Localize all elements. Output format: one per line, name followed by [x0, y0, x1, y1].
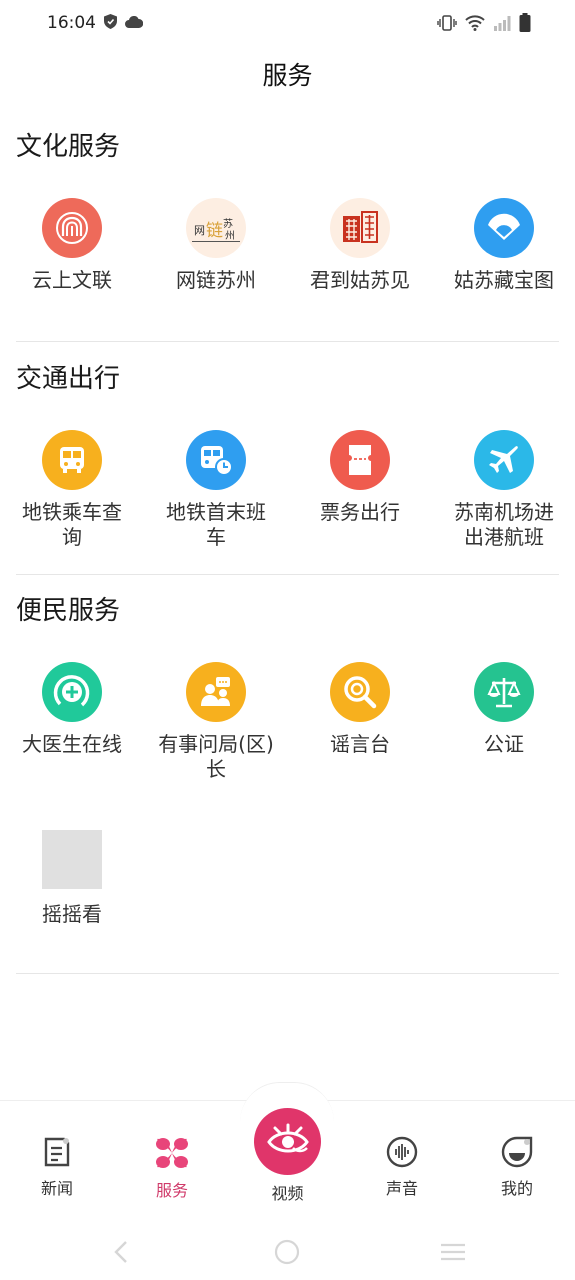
- cloud-icon: [125, 15, 143, 28]
- red-seal-icon: [330, 198, 390, 258]
- battery-icon: [519, 13, 531, 32]
- bus-icon: [42, 430, 102, 490]
- service-item-label: 君到姑苏见: [310, 268, 410, 292]
- page-title: 服务: [262, 61, 313, 90]
- service-item-label: 地铁乘车查询: [22, 500, 122, 549]
- service-item-notary[interactable]: 公证: [432, 662, 575, 757]
- service-item-ask-director[interactable]: 有事问局(区)长: [144, 662, 288, 782]
- section-title-convenience: 便民服务: [16, 596, 121, 626]
- medical-plus-icon: [42, 662, 102, 722]
- service-item-label: 票务出行: [320, 500, 400, 524]
- nav-label: 服务: [155, 1181, 188, 1200]
- nav-tab-news[interactable]: 新闻: [17, 1135, 97, 1199]
- service-item-airport-flights[interactable]: 苏南机场进出港航班: [432, 430, 575, 550]
- flower-icon: [156, 1138, 188, 1168]
- service-item-label: 苏南机场进出港航班: [454, 500, 554, 549]
- scales-icon: [474, 662, 534, 722]
- status-time: 16:04: [47, 13, 96, 33]
- home-icon[interactable]: [274, 1239, 300, 1265]
- signal-icon: [494, 15, 511, 31]
- fan-icon: [474, 198, 534, 258]
- service-item-label: 有事问局(区)长: [158, 732, 274, 781]
- service-item-label: 网链苏州: [176, 268, 256, 292]
- nav-tab-video[interactable]: [254, 1108, 321, 1175]
- section-title-transport: 交通出行: [16, 364, 121, 394]
- section-divider: [16, 973, 559, 974]
- section-divider: [16, 574, 559, 575]
- service-item-label: 公证: [484, 732, 524, 756]
- news-icon: [44, 1137, 70, 1167]
- vibrate-icon: [437, 14, 457, 31]
- status-bar: 16:04: [0, 0, 575, 48]
- magnifier-icon: [330, 662, 390, 722]
- service-item-label: 谣言台: [330, 732, 390, 756]
- service-item-label: 摇摇看: [42, 902, 102, 926]
- service-item-metro-query[interactable]: 地铁乘车查询: [0, 430, 144, 550]
- nav-label-video: 视频: [271, 1184, 304, 1203]
- svg-text:苏: 苏: [223, 217, 233, 230]
- service-item-gusu-cangbaotu[interactable]: 姑苏藏宝图: [432, 198, 575, 293]
- nav-label: 新闻: [40, 1179, 73, 1198]
- service-item-rumor-desk[interactable]: 谣言台: [288, 662, 432, 757]
- service-item-ticketing[interactable]: 票务出行: [288, 430, 432, 525]
- service-item-shake[interactable]: 摇摇看: [0, 830, 144, 927]
- service-item-label: 大医生在线: [22, 732, 122, 756]
- svg-text:链: 链: [206, 221, 223, 241]
- airplane-icon: [474, 430, 534, 490]
- svg-text:网: 网: [194, 224, 205, 237]
- back-icon[interactable]: [112, 1240, 130, 1264]
- video-eye-icon: [266, 1123, 309, 1152]
- placeholder-image-icon: [42, 830, 102, 889]
- system-nav-bar: [0, 1222, 575, 1280]
- nav-tab-services[interactable]: 服务: [132, 1135, 212, 1201]
- bus-clock-icon: [186, 430, 246, 490]
- menu-icon[interactable]: [439, 1242, 467, 1262]
- ticket-icon: [330, 430, 390, 490]
- profile-icon: [501, 1136, 533, 1168]
- nav-tab-sound[interactable]: 声音: [362, 1135, 442, 1199]
- service-item-doctor-online[interactable]: 大医生在线: [0, 662, 144, 757]
- people-chat-icon: [186, 662, 246, 722]
- shield-icon: [104, 14, 117, 29]
- pavilion-icon: [42, 198, 102, 258]
- service-item-yunshang-wenlian[interactable]: 云上文联: [0, 198, 144, 293]
- nav-label: 我的: [500, 1179, 533, 1198]
- service-item-wanglian-suzhou[interactable]: 网链苏州 网链苏州: [144, 198, 288, 293]
- service-item-jundao-gusu[interactable]: 君到姑苏见: [288, 198, 432, 293]
- sound-wave-icon: [386, 1136, 418, 1168]
- nav-label: 声音: [385, 1179, 418, 1198]
- section-divider: [16, 341, 559, 342]
- service-item-label: 地铁首末班车: [166, 500, 266, 549]
- svg-text:州: 州: [225, 230, 235, 242]
- wanglian-logo-icon: 网链苏州: [186, 198, 246, 258]
- service-item-label: 云上文联: [32, 268, 112, 292]
- service-item-metro-schedule[interactable]: 地铁首末班车: [144, 430, 288, 550]
- wifi-icon: [465, 14, 485, 31]
- section-title-culture: 文化服务: [16, 132, 121, 162]
- nav-tab-profile[interactable]: 我的: [477, 1135, 557, 1199]
- service-item-label: 姑苏藏宝图: [454, 268, 554, 292]
